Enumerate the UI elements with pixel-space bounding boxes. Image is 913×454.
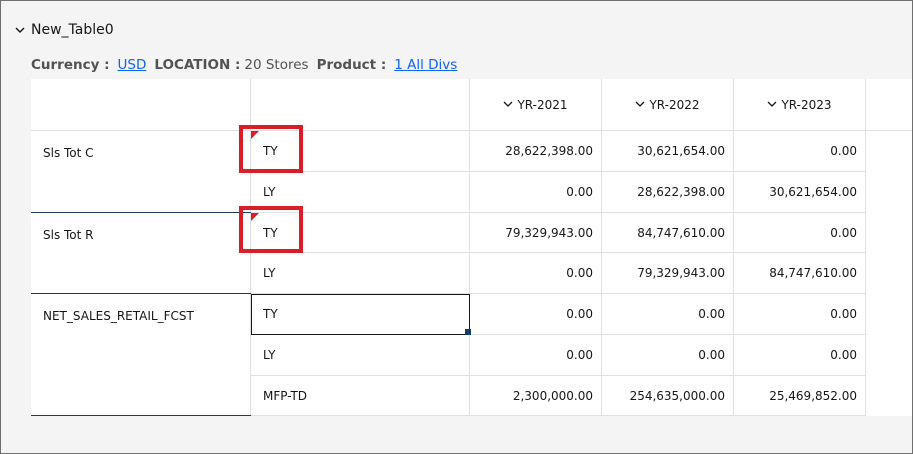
value-cell[interactable]: 84,747,610.00 xyxy=(734,253,866,294)
measure-label: LY xyxy=(263,348,276,362)
column-header-yr-2022[interactable]: YR-2022 xyxy=(602,79,734,131)
value-cell[interactable]: 30,621,654.00 xyxy=(602,131,734,172)
cell-value: 84,747,610.00 xyxy=(769,266,857,280)
cell-value: 0.00 xyxy=(830,225,857,240)
location-label: LOCATION : xyxy=(154,57,241,73)
cell-value: 0.00 xyxy=(830,144,857,158)
cell-value: 2,300,000.00 xyxy=(512,388,593,403)
value-cell[interactable]: 79,329,943.00 xyxy=(470,213,602,253)
cell-value: 28,622,398.00 xyxy=(505,144,593,158)
measure-cell-ty[interactable]: TY xyxy=(251,294,470,335)
value-cell[interactable]: 0.00 xyxy=(734,335,866,376)
column-header-label: YR-2022 xyxy=(649,97,700,112)
row-group-label: Sls Tot R xyxy=(43,228,94,242)
cell-value: 79,329,943.00 xyxy=(505,225,593,240)
value-cell[interactable]: 28,622,398.00 xyxy=(602,172,734,213)
value-cell[interactable]: 25,469,852.00 xyxy=(734,376,866,416)
cell-value: 0.00 xyxy=(566,348,593,362)
column-header-yr-2023[interactable]: YR-2023 xyxy=(734,79,866,131)
cell-value: 0.00 xyxy=(698,307,725,321)
chevron-down-icon[interactable] xyxy=(503,100,513,110)
value-cell[interactable]: 0.00 xyxy=(470,253,602,294)
chevron-down-icon[interactable] xyxy=(767,100,777,110)
value-cell[interactable]: 2,300,000.00 xyxy=(470,376,602,416)
data-grid: YR-2021 YR-2022 YR-2023 Sls Tot C TY 28,… xyxy=(31,79,912,453)
measure-cell-ly[interactable]: LY xyxy=(251,335,470,376)
row-group-net-sales-retail-fcst[interactable]: NET_SALES_RETAIL_FCST xyxy=(31,294,251,416)
row-group-sls-tot-c[interactable]: Sls Tot C xyxy=(31,131,251,213)
cell-value: 28,622,398.00 xyxy=(637,185,725,199)
cell-value: 0.00 xyxy=(830,307,857,321)
value-cell[interactable]: 254,635,000.00 xyxy=(602,376,734,416)
value-cell[interactable]: 28,622,398.00 xyxy=(470,131,602,172)
measure-label: TY xyxy=(263,307,278,321)
chevron-down-icon[interactable] xyxy=(13,23,27,37)
table-panel: New_Table0 Currency : USD LOCATION : 20 … xyxy=(0,0,913,454)
cell-value: 0.00 xyxy=(698,348,725,362)
column-header-yr-2021[interactable]: YR-2021 xyxy=(470,79,602,131)
value-cell[interactable]: 84,747,610.00 xyxy=(602,213,734,253)
value-cell[interactable]: 0.00 xyxy=(734,294,866,335)
cell-value: 0.00 xyxy=(830,348,857,362)
cell-value: 0.00 xyxy=(566,185,593,199)
measure-cell-mfp-td[interactable]: MFP-TD xyxy=(251,376,470,416)
row-group-label: NET_SALES_RETAIL_FCST xyxy=(43,309,194,323)
value-cell[interactable]: 79,329,943.00 xyxy=(602,253,734,294)
currency-label: Currency : xyxy=(31,57,110,73)
fill-handle[interactable] xyxy=(465,329,471,335)
currency-link[interactable]: USD xyxy=(118,57,147,73)
header-filler xyxy=(866,79,912,131)
measure-cell-ty[interactable]: TY xyxy=(251,213,470,253)
row-group-sls-tot-r[interactable]: Sls Tot R xyxy=(31,213,251,294)
value-cell[interactable]: 30,621,654.00 xyxy=(734,172,866,213)
measure-cell-ly[interactable]: LY xyxy=(251,172,470,213)
comment-flag-icon xyxy=(251,131,259,139)
cell-value: 30,621,654.00 xyxy=(637,144,725,158)
cell-value: 25,469,852.00 xyxy=(769,388,857,403)
panel-title: New_Table0 xyxy=(31,22,114,38)
measure-label: TY xyxy=(263,225,278,240)
corner-cell-1 xyxy=(31,79,251,131)
column-header-label: YR-2021 xyxy=(517,97,568,112)
measure-label: TY xyxy=(263,144,278,158)
value-cell[interactable]: 0.00 xyxy=(602,335,734,376)
measure-cell-ly[interactable]: LY xyxy=(251,253,470,294)
product-label: Product : xyxy=(316,57,387,73)
location-value: 20 Stores xyxy=(244,57,309,73)
panel-header[interactable]: New_Table0 xyxy=(13,19,114,41)
row-group-label: Sls Tot C xyxy=(43,146,94,160)
cell-value: 254,635,000.00 xyxy=(629,388,725,403)
cell-value: 84,747,610.00 xyxy=(637,225,725,240)
column-header-label: YR-2023 xyxy=(781,97,832,112)
value-cell[interactable]: 0.00 xyxy=(470,172,602,213)
measure-cell-ty[interactable]: TY xyxy=(251,131,470,172)
value-cell[interactable]: 0.00 xyxy=(470,294,602,335)
measure-label: MFP-TD xyxy=(263,388,308,403)
cell-value: 0.00 xyxy=(566,266,593,280)
cell-value: 0.00 xyxy=(566,307,593,321)
cell-value: 30,621,654.00 xyxy=(769,185,857,199)
measure-label: LY xyxy=(263,266,276,280)
measure-label: LY xyxy=(263,185,276,199)
value-cell[interactable]: 0.00 xyxy=(602,294,734,335)
product-link[interactable]: 1 All Divs xyxy=(394,57,457,73)
grid-empty-area xyxy=(31,416,912,453)
chevron-down-icon[interactable] xyxy=(635,100,645,110)
comment-flag-icon xyxy=(251,213,259,221)
value-cell[interactable]: 0.00 xyxy=(734,213,866,253)
value-cell[interactable]: 0.00 xyxy=(470,335,602,376)
cell-value: 79,329,943.00 xyxy=(637,266,725,280)
corner-cell-2 xyxy=(251,79,470,131)
filter-bar: Currency : USD LOCATION : 20 Stores Prod… xyxy=(31,57,457,77)
value-cell[interactable]: 0.00 xyxy=(734,131,866,172)
